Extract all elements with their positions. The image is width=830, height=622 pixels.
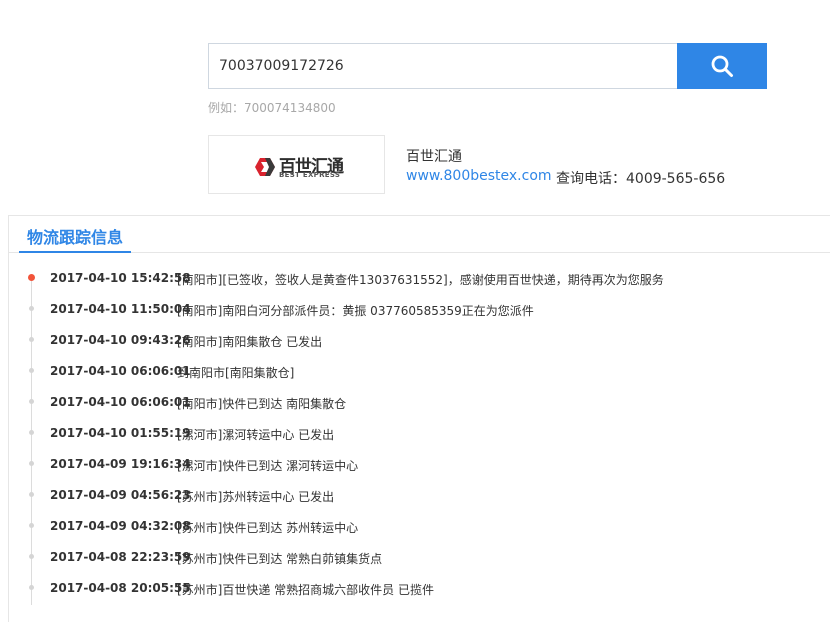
- event-time: 2017-04-08 22:23:59: [50, 550, 191, 564]
- timeline-dot: [29, 585, 34, 590]
- event-description: [南阳市]南阳集散仓 已发出: [177, 335, 323, 349]
- search-icon: [711, 55, 733, 77]
- carrier-phone: 查询电话：4009-565-656: [556, 168, 725, 188]
- event-description: [南阳市]南阳白河分部派件员：黄振 037760585359正在为您派件: [177, 304, 534, 318]
- event-time: 2017-04-10 11:50:04: [50, 302, 191, 316]
- carrier-logo: 百世汇通 BEST EXPRESS: [208, 135, 385, 194]
- event-time: 2017-04-10 06:06:01: [50, 395, 191, 409]
- event-time: 2017-04-09 04:32:08: [50, 519, 191, 533]
- timeline-event: 2017-04-10 01:55:19 [漯河市]漯河转运中心 已发出: [9, 424, 830, 444]
- timeline-dot: [29, 337, 34, 342]
- event-time: 2017-04-10 15:42:58: [50, 271, 191, 285]
- event-description: [漯河市]快件已到达 漯河转运中心: [177, 459, 359, 473]
- tracking-page: 例如：700074134800 百世汇通 BEST EXPRESS 百世汇通 w…: [0, 0, 830, 622]
- event-time: 2017-04-10 01:55:19: [50, 426, 191, 440]
- timeline-event: 2017-04-08 20:05:55 [苏州市]百世快递 常熟招商城六部收件员…: [9, 579, 830, 599]
- panel-title: 物流跟踪信息: [19, 216, 132, 253]
- timeline-event: 2017-04-09 04:32:08 [苏州市]快件已到达 苏州转运中心: [9, 517, 830, 537]
- event-description: 到南阳市[南阳集散仓]: [177, 366, 295, 380]
- event-description: [南阳市]快件已到达 南阳集散仓: [177, 397, 347, 411]
- timeline-event: 2017-04-08 22:23:59 [苏州市]快件已到达 常熟白茆镇集货点: [9, 548, 830, 568]
- event-time: 2017-04-10 09:43:26: [50, 333, 191, 347]
- timeline-event: 2017-04-09 19:16:34 [漯河市]快件已到达 漯河转运中心: [9, 455, 830, 475]
- phone-label: 查询电话：: [556, 171, 626, 187]
- timeline-event: 2017-04-10 09:43:26 [南阳市]南阳集散仓 已发出: [9, 331, 830, 351]
- carrier-name: 百世汇通: [406, 149, 462, 165]
- panel-header: 物流跟踪信息: [9, 216, 830, 253]
- event-time: 2017-04-08 20:05:55: [50, 581, 191, 595]
- example-hint: 例如：700074134800: [208, 101, 336, 115]
- timeline-dot: [29, 399, 34, 404]
- timeline-event: 2017-04-10 06:06:01 到南阳市[南阳集散仓]: [9, 362, 830, 382]
- timeline-dot: [29, 492, 34, 497]
- event-description: [南阳市][已签收，签收人是黄查件13037631552]，感谢使用百世快递，期…: [177, 273, 664, 287]
- timeline-event: 2017-04-10 15:42:58 [南阳市][已签收，签收人是黄查件130…: [9, 269, 830, 289]
- timeline-dot-current: [28, 274, 35, 281]
- event-time: 2017-04-10 06:06:01: [50, 364, 191, 378]
- timeline-dot: [29, 368, 34, 373]
- timeline-dot: [29, 554, 34, 559]
- timeline-event: 2017-04-10 11:50:04 [南阳市]南阳白河分部派件员：黄振 03…: [9, 300, 830, 320]
- phone-number: 4009-565-656: [626, 171, 726, 187]
- best-express-logo-icon: [255, 158, 275, 176]
- search-button[interactable]: [677, 43, 767, 89]
- event-time: 2017-04-09 19:16:34: [50, 457, 191, 471]
- timeline-event: 2017-04-09 04:56:23 [苏州市]苏州转运中心 已发出: [9, 486, 830, 506]
- event-description: [漯河市]漯河转运中心 已发出: [177, 428, 335, 442]
- timeline-dot: [29, 461, 34, 466]
- timeline-dot: [29, 523, 34, 528]
- event-time: 2017-04-09 04:56:23: [50, 488, 191, 502]
- event-description: [苏州市]快件已到达 常熟白茆镇集货点: [177, 552, 383, 566]
- event-description: [苏州市]苏州转运中心 已发出: [177, 490, 335, 504]
- timeline-dot: [29, 306, 34, 311]
- carrier-website-link[interactable]: www.800bestex.com: [406, 168, 552, 184]
- event-description: [苏州市]百世快递 常熟招商城六部收件员 已揽件: [177, 583, 434, 597]
- timeline-event: 2017-04-10 06:06:01 [南阳市]快件已到达 南阳集散仓: [9, 393, 830, 413]
- tracking-panel: 物流跟踪信息 2017-04-10 15:42:58 [南阳市][已签收，签收人…: [8, 215, 830, 622]
- timeline-dot: [29, 430, 34, 435]
- logo-english-text: BEST EXPRESS: [279, 171, 341, 179]
- tracking-number-input[interactable]: [208, 43, 677, 89]
- event-description: [苏州市]快件已到达 苏州转运中心: [177, 521, 359, 535]
